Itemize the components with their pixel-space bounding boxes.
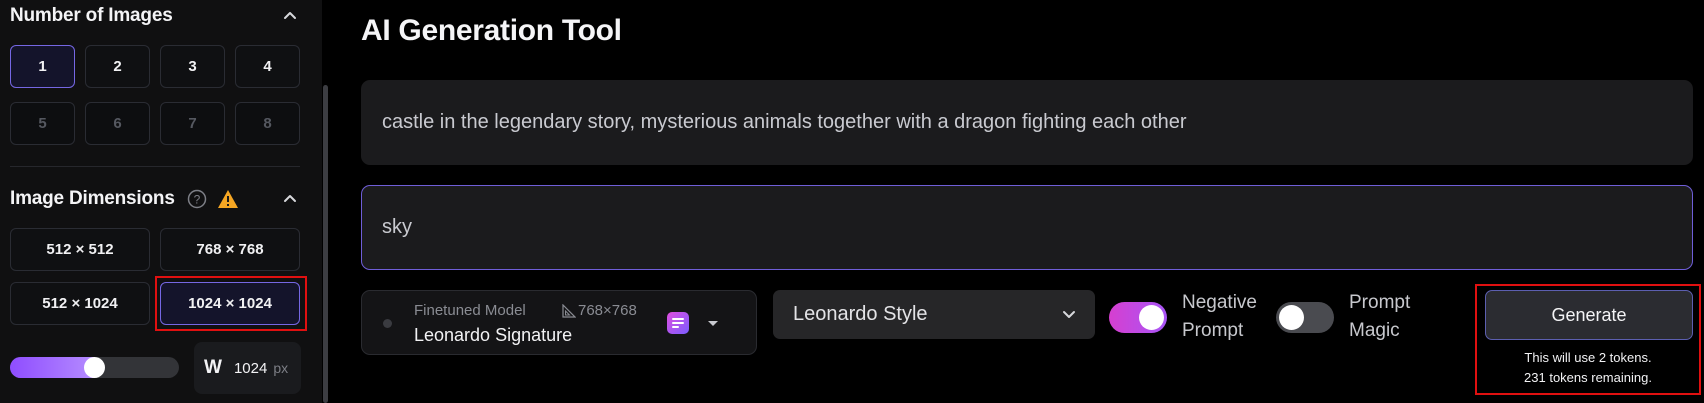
style-select[interactable]: Leonardo Style: [773, 290, 1095, 339]
image-count-8-button[interactable]: 8: [235, 102, 300, 145]
model-name: Leonardo Signature: [414, 325, 573, 345]
warning-icon[interactable]: [217, 189, 239, 209]
prompt-input[interactable]: castle in the legendary story, mysteriou…: [361, 80, 1693, 165]
image-count-1-button[interactable]: 1: [10, 45, 75, 88]
dimension-512x512-button[interactable]: 512 × 512: [10, 228, 150, 271]
model-details-icon[interactable]: [667, 312, 689, 334]
width-label: W: [204, 357, 222, 378]
model-resolution-text: 768×768: [578, 302, 637, 319]
number-of-images-header[interactable]: Number of Images: [10, 4, 173, 28]
dimension-1024x1024-button[interactable]: 1024 × 1024: [160, 282, 300, 325]
negative-prompt-label-line1: Negative: [1182, 292, 1257, 313]
model-thumbnail: [383, 319, 392, 328]
list-icon: [672, 318, 684, 328]
token-cost-note: This will use 2 tokens.: [1524, 350, 1652, 365]
model-caption: Finetuned Model: [414, 302, 526, 319]
chevron-up-icon[interactable]: [278, 187, 302, 211]
generate-button[interactable]: Generate: [1485, 290, 1693, 340]
prompt-magic-label-line2: Magic: [1349, 320, 1400, 341]
negative-prompt-label-line2: Prompt: [1182, 320, 1244, 341]
image-count-6-button[interactable]: 6: [85, 102, 150, 145]
set-square-icon: [562, 303, 576, 318]
model-selector[interactable]: Finetuned Model 768×768 Leonardo Signatu…: [361, 290, 757, 355]
section-divider: [10, 166, 300, 167]
help-icon[interactable]: ?: [187, 189, 207, 209]
negative-prompt-toggle-knob: [1139, 305, 1164, 330]
image-count-4-button[interactable]: 4: [235, 45, 300, 88]
width-slider-handle[interactable]: [84, 357, 105, 378]
negative-prompt-toggle-label: Negative Prompt: [1182, 289, 1257, 345]
prompt-magic-toggle[interactable]: [1276, 302, 1334, 333]
chevron-down-icon: [1063, 311, 1075, 318]
dimension-512x1024-button[interactable]: 512 × 1024: [10, 282, 150, 325]
sidebar-scrollbar[interactable]: [323, 85, 328, 403]
app-root: Number of Images 1 2 3 4 5 6 7 8 Image D…: [0, 0, 1704, 403]
style-select-value: Leonardo Style: [793, 303, 928, 325]
number-of-images-title: Number of Images: [10, 5, 173, 26]
image-dimensions-header[interactable]: Image Dimensions ?: [10, 186, 239, 212]
prompt-magic-label-line1: Prompt: [1349, 292, 1411, 313]
image-count-3-button[interactable]: 3: [160, 45, 225, 88]
width-unit: px: [273, 360, 289, 376]
negative-prompt-toggle[interactable]: [1109, 302, 1167, 333]
tokens-remaining-note: 231 tokens remaining.: [1524, 370, 1652, 385]
chevron-down-icon[interactable]: [703, 313, 723, 333]
model-resolution: 768×768: [562, 302, 637, 319]
prompt-magic-toggle-label: Prompt Magic: [1349, 289, 1410, 345]
page-title: AI Generation Tool: [361, 14, 622, 47]
negative-prompt-input[interactable]: sky: [361, 185, 1693, 270]
prompt-magic-toggle-knob: [1279, 305, 1304, 330]
width-input[interactable]: W 1024 px: [194, 342, 301, 394]
width-slider-fill: [10, 357, 95, 378]
settings-sidebar: Number of Images 1 2 3 4 5 6 7 8 Image D…: [0, 0, 322, 403]
svg-text:?: ?: [193, 193, 200, 207]
width-value[interactable]: 1024: [234, 360, 267, 377]
image-count-2-button[interactable]: 2: [85, 45, 150, 88]
image-dimensions-title: Image Dimensions: [10, 188, 175, 209]
image-count-7-button[interactable]: 7: [160, 102, 225, 145]
image-count-5-button[interactable]: 5: [10, 102, 75, 145]
dimension-768x768-button[interactable]: 768 × 768: [160, 228, 300, 271]
chevron-up-icon[interactable]: [278, 4, 302, 28]
